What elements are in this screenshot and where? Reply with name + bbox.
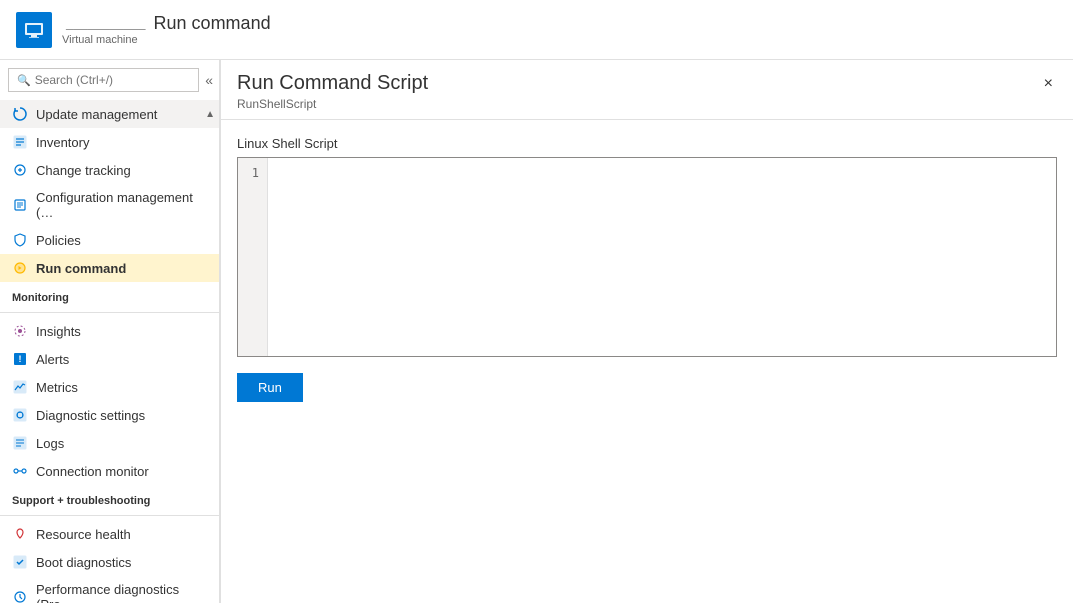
script-panel-title: Run Command Script	[237, 72, 428, 95]
performance-diagnostics-label: Performance diagnostics (Pre…	[36, 582, 207, 603]
sidebar-item-boot-diagnostics[interactable]: Boot diagnostics	[0, 548, 219, 576]
run-command-label: Run command	[36, 261, 126, 276]
sidebar-item-connection-monitor[interactable]: Connection monitor	[0, 457, 219, 485]
insights-icon	[12, 323, 28, 339]
boot-diagnostics-icon	[12, 554, 28, 570]
connection-monitor-icon	[12, 463, 28, 479]
metrics-icon	[12, 379, 28, 395]
update-management-label: Update management	[36, 107, 157, 122]
sidebar-item-update-management[interactable]: Update management ▲	[0, 100, 219, 128]
sidebar-item-performance-diagnostics[interactable]: Performance diagnostics (Pre…	[0, 576, 219, 603]
change-tracking-label: Change tracking	[36, 163, 131, 178]
boot-diagnostics-label: Boot diagnostics	[36, 555, 131, 570]
page-header: ___________ Run command Virtual machine	[0, 0, 1073, 60]
svg-text:!: !	[19, 354, 22, 364]
monitoring-divider	[0, 312, 219, 313]
vm-icon	[16, 12, 52, 48]
line-numbers: 1	[238, 158, 268, 356]
resource-health-icon	[12, 526, 28, 542]
policies-icon	[12, 232, 28, 248]
sidebar-item-policies[interactable]: Policies	[0, 226, 219, 254]
vm-name: ___________	[66, 16, 146, 31]
support-section-header: Support + troubleshooting	[0, 485, 219, 511]
line-number-1: 1	[246, 166, 259, 180]
script-label: Linux Shell Script	[237, 136, 1057, 151]
search-box[interactable]: 🔍	[8, 68, 199, 92]
header-title: Run command	[154, 13, 271, 34]
sidebar-item-change-tracking[interactable]: Change tracking	[0, 156, 219, 184]
monitoring-section-header: Monitoring	[0, 282, 219, 308]
alerts-icon: !	[12, 351, 28, 367]
sidebar-item-resource-health[interactable]: Resource health	[0, 520, 219, 548]
support-divider	[0, 515, 219, 516]
script-panel-title-group: Run Command Script RunShellScript	[237, 72, 428, 111]
close-script-panel-button[interactable]: ×	[1040, 72, 1057, 96]
script-panel: Run Command Script RunShellScript × Linu…	[220, 60, 1073, 603]
expand-icon: ▲	[205, 109, 215, 120]
inventory-icon	[12, 134, 28, 150]
run-command-icon	[12, 260, 28, 276]
resource-health-label: Resource health	[36, 527, 131, 542]
main-layout: 🔍 « Update management ▲ Inventory Ch	[0, 60, 1073, 603]
logs-label: Logs	[36, 436, 64, 451]
connection-monitor-label: Connection monitor	[36, 464, 149, 479]
logs-icon	[12, 435, 28, 451]
alerts-label: Alerts	[36, 352, 69, 367]
insights-label: Insights	[36, 324, 81, 339]
sidebar-item-logs[interactable]: Logs	[0, 429, 219, 457]
script-panel-subtitle: RunShellScript	[237, 97, 428, 111]
change-tracking-icon	[12, 162, 28, 178]
metrics-label: Metrics	[36, 380, 78, 395]
sidebar-item-inventory[interactable]: Inventory	[0, 128, 219, 156]
search-icon: 🔍	[17, 74, 31, 87]
script-textarea[interactable]	[268, 158, 1056, 356]
sidebar-item-diagnostic-settings[interactable]: Diagnostic settings	[0, 401, 219, 429]
diagnostic-settings-icon	[12, 407, 28, 423]
script-panel-header: Run Command Script RunShellScript ×	[221, 60, 1073, 120]
search-input[interactable]	[35, 73, 190, 87]
policies-label: Policies	[36, 233, 81, 248]
header-text: ___________ Run command Virtual machine	[62, 13, 271, 46]
script-editor-wrap: 1	[237, 157, 1057, 357]
performance-diagnostics-icon	[12, 589, 28, 603]
collapse-sidebar-button[interactable]: «	[199, 68, 219, 92]
script-panel-body: Linux Shell Script 1 Run	[221, 120, 1073, 603]
diagnostic-settings-label: Diagnostic settings	[36, 408, 145, 423]
sidebar-item-alerts[interactable]: ! Alerts	[0, 345, 219, 373]
sidebar-item-run-command[interactable]: Run command	[0, 254, 219, 282]
sidebar-item-metrics[interactable]: Metrics	[0, 373, 219, 401]
sidebar-item-insights[interactable]: Insights	[0, 317, 219, 345]
content-area: Run Command uses the VM agent to run scr…	[220, 60, 1073, 603]
run-button[interactable]: Run	[237, 373, 303, 402]
inventory-label: Inventory	[36, 135, 89, 150]
sidebar: 🔍 « Update management ▲ Inventory Ch	[0, 60, 220, 603]
configuration-management-label: Configuration management (…	[36, 190, 207, 220]
header-subtitle: Virtual machine	[62, 34, 271, 46]
update-management-icon	[12, 106, 28, 122]
sidebar-item-configuration-management[interactable]: Configuration management (…	[0, 184, 219, 226]
configuration-management-icon	[12, 197, 28, 213]
